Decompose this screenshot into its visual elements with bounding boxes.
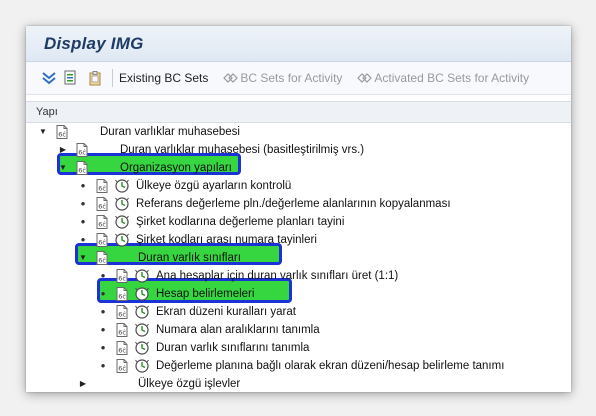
tree-node-label: Ülkeye özgü işlevler — [138, 378, 241, 390]
collapse-arrow-icon[interactable]: ▼ — [38, 123, 48, 141]
document-icon — [94, 214, 110, 230]
tree-leaf[interactable]: • Ekran düzeni kuralları yarat — [26, 303, 571, 321]
execute-clock-icon[interactable] — [114, 214, 130, 230]
document-icon — [94, 196, 110, 212]
document-icon — [94, 250, 110, 266]
tree-header: Yapı — [26, 101, 571, 123]
tree-leaf[interactable]: • Referans değerleme pln./değerleme alan… — [26, 195, 571, 213]
tree-node-label: Duran varlıklar muhasebesi — [100, 126, 240, 138]
document-icon — [114, 322, 130, 338]
execute-clock-icon[interactable] — [134, 268, 150, 284]
existing-bc-sets-label: Existing BC Sets — [119, 71, 209, 85]
tree-node-label: Ülkeye özgü ayarların kontrolü — [136, 180, 292, 192]
bullet: • — [80, 178, 86, 193]
execute-clock-icon[interactable] — [114, 178, 130, 194]
tree-node-label: Ekran düzeni kuralları yarat — [156, 306, 296, 318]
tree-node-asset-classes[interactable]: ▼ Duran varlık sınıfları — [26, 249, 571, 267]
tree-node-label: Duran varlık sınıflarını tanımla — [156, 342, 310, 354]
tree-leaf[interactable]: • Şirket kodları arası numara tayinleri — [26, 231, 571, 249]
tree-node-root[interactable]: ▼ Duran varlıklar muhasebesi — [26, 123, 571, 141]
tree-leaf[interactable]: • Şirket kodlarına değerleme planları ta… — [26, 213, 571, 231]
tree-node-label: Değerleme planına bağlı olarak ekran düz… — [156, 360, 505, 372]
tree-node-label: Referans değerleme pln./değerleme alanla… — [136, 198, 451, 210]
bullet: • — [100, 358, 106, 373]
tree-node-label: Duran varlıklar muhasebesi (basitleştiri… — [120, 144, 365, 156]
execute-clock-icon[interactable] — [134, 304, 150, 320]
tree-leaf[interactable]: • Değerleme planına bağlı olarak ekran d… — [26, 357, 571, 375]
bullet: • — [100, 268, 106, 283]
document-icon — [114, 304, 130, 320]
img-window: Display IMG Existing BC Sets BC Sets for… — [26, 26, 571, 392]
collapse-arrow-icon[interactable]: ▼ — [78, 249, 88, 267]
tree-leaf[interactable]: • Ülkeye özgü ayarların kontrolü — [26, 177, 571, 195]
bc-sets-for-activity-label: BC Sets for Activity — [240, 71, 343, 85]
bullet: • — [100, 286, 106, 301]
bc-set-icon — [357, 73, 373, 83]
bullet: • — [100, 340, 106, 355]
tree-node-country-functions[interactable]: ▶ Ülkeye özgü işlevler — [26, 375, 571, 392]
tree-leaf[interactable]: • Duran varlık sınıflarını tanımla — [26, 339, 571, 357]
window-title: Display IMG — [44, 33, 144, 53]
document-icon — [54, 124, 70, 140]
expand-all-icon[interactable] — [40, 69, 58, 87]
tree-node-label: Duran varlık sınıfları — [138, 252, 241, 264]
tree-node-label: Organizasyon yapıları — [120, 162, 232, 174]
tree-leaf[interactable]: • Numara alan aralıklarını tanımla — [26, 321, 571, 339]
img-tree: ▼ Duran varlıklar muhasebesi ▶ Duran var… — [26, 123, 571, 392]
document-icon — [74, 160, 90, 176]
bullet: • — [80, 214, 86, 229]
document-icon — [114, 340, 130, 356]
title-bar: Display IMG — [26, 26, 571, 62]
tree-leaf-account-determination[interactable]: • Hesap belirlemeleri — [26, 285, 571, 303]
bc-set-icon — [223, 73, 239, 83]
tree-leaf[interactable]: • Ana hesaplar için duran varlık sınıfla… — [26, 267, 571, 285]
tree-node-label: Şirket kodları arası numara tayinleri — [136, 234, 317, 246]
tree-node-label: Hesap belirlemeleri — [156, 288, 255, 300]
collapse-arrow-icon[interactable]: ▼ — [58, 159, 68, 177]
document-icon — [94, 232, 110, 248]
expand-arrow-icon[interactable]: ▶ — [58, 141, 68, 159]
find-icon[interactable] — [62, 69, 80, 87]
bullet: • — [100, 304, 106, 319]
tree-node-label: Şirket kodlarına değerleme planları tayi… — [136, 216, 345, 228]
bc-sets-for-activity-button[interactable]: BC Sets for Activity — [222, 71, 342, 85]
execute-clock-icon[interactable] — [134, 340, 150, 356]
tree-node-label: Numara alan aralıklarını tanımla — [156, 324, 320, 336]
clipboard-icon[interactable] — [86, 69, 104, 87]
document-icon — [114, 358, 130, 374]
toolbar: Existing BC Sets BC Sets for Activity Ac… — [26, 62, 571, 95]
activated-bc-sets-label: Activated BC Sets for Activity — [374, 71, 530, 85]
execute-clock-icon[interactable] — [134, 322, 150, 338]
tree-node-organization[interactable]: ▼ Organizasyon yapıları — [26, 159, 571, 177]
toolbar-separator — [112, 69, 113, 87]
document-icon — [74, 142, 90, 158]
document-icon — [114, 286, 130, 302]
document-icon — [114, 268, 130, 284]
tree-node-simplified[interactable]: ▶ Duran varlıklar muhasebesi (basitleşti… — [26, 141, 571, 159]
bullet: • — [80, 232, 86, 247]
bullet: • — [80, 196, 86, 211]
tree-node-label: Ana hesaplar için duran varlık sınıfları… — [156, 270, 399, 282]
execute-clock-icon[interactable] — [134, 286, 150, 302]
activated-bc-sets-button[interactable]: Activated BC Sets for Activity — [356, 71, 529, 85]
execute-clock-icon[interactable] — [134, 358, 150, 374]
document-icon — [94, 178, 110, 194]
existing-bc-sets-button[interactable]: Existing BC Sets — [119, 71, 208, 85]
execute-clock-icon[interactable] — [114, 196, 130, 212]
expand-arrow-icon[interactable]: ▶ — [78, 375, 88, 392]
bullet: • — [100, 322, 106, 337]
execute-clock-icon[interactable] — [114, 232, 130, 248]
